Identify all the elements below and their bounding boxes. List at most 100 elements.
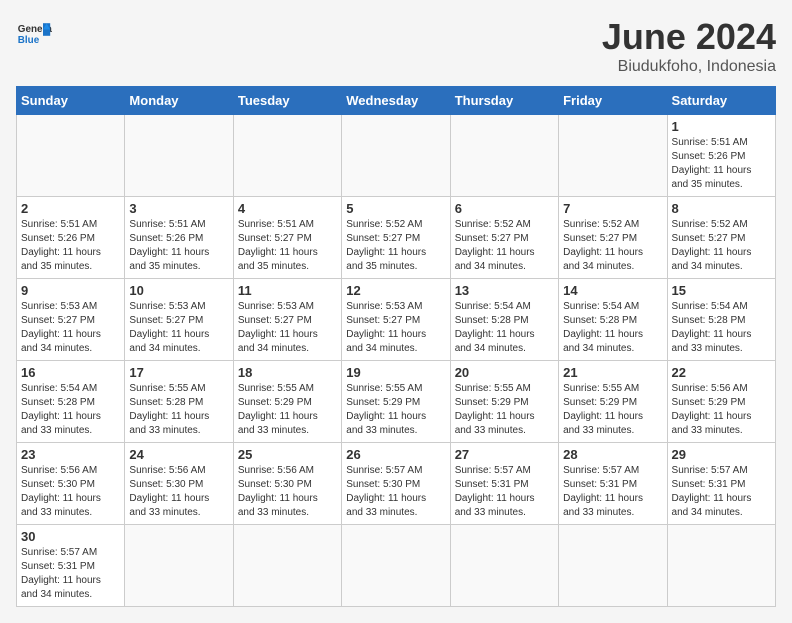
day-info: Sunrise: 5:51 AM Sunset: 5:26 PM Dayligh… (129, 218, 228, 274)
day-info: Sunrise: 5:54 AM Sunset: 5:28 PM Dayligh… (21, 382, 120, 438)
logo-icon: General Blue (16, 16, 52, 52)
day-info: Sunrise: 5:53 AM Sunset: 5:27 PM Dayligh… (346, 300, 445, 356)
day-info: Sunrise: 5:52 AM Sunset: 5:27 PM Dayligh… (563, 218, 662, 274)
calendar-cell: 19 Sunrise: 5:55 AM Sunset: 5:29 PM Dayli… (342, 361, 450, 443)
week-row-1: 2 Sunrise: 5:51 AM Sunset: 5:26 PM Daylig… (17, 197, 776, 279)
calendar-cell: 26Sunrise: 5:57 AM Sunset: 5:30 PM Dayli… (342, 443, 450, 525)
calendar-cell: 2 Sunrise: 5:51 AM Sunset: 5:26 PM Daylig… (17, 197, 125, 279)
calendar-cell (233, 525, 341, 607)
calendar-cell (125, 115, 233, 197)
weekday-header-tuesday: Tuesday (233, 87, 341, 115)
calendar-cell: 9 Sunrise: 5:53 AM Sunset: 5:27 PM Daylig… (17, 279, 125, 361)
calendar-cell: 5 Sunrise: 5:52 AM Sunset: 5:27 PM Daylig… (342, 197, 450, 279)
day-info: Sunrise: 5:51 AM Sunset: 5:26 PM Dayligh… (672, 136, 771, 192)
calendar-cell: 17 Sunrise: 5:55 AM Sunset: 5:28 PM Dayli… (125, 361, 233, 443)
calendar-cell: 22Sunrise: 5:56 AM Sunset: 5:29 PM Dayli… (667, 361, 775, 443)
calendar-cell: 16 Sunrise: 5:54 AM Sunset: 5:28 PM Dayli… (17, 361, 125, 443)
day-info: Sunrise: 5:52 AM Sunset: 5:27 PM Dayligh… (346, 218, 445, 274)
day-number: 25 (238, 447, 337, 462)
day-info: Sunrise: 5:52 AM Sunset: 5:27 PM Dayligh… (455, 218, 554, 274)
day-number: 16 (21, 365, 120, 380)
week-row-3: 16 Sunrise: 5:54 AM Sunset: 5:28 PM Dayli… (17, 361, 776, 443)
day-number: 9 (21, 283, 120, 298)
day-info: Sunrise: 5:57 AM Sunset: 5:31 PM Dayligh… (21, 546, 120, 602)
day-number: 3 (129, 201, 228, 216)
day-number: 17 (129, 365, 228, 380)
day-info: Sunrise: 5:56 AM Sunset: 5:30 PM Dayligh… (129, 464, 228, 520)
day-info: Sunrise: 5:55 AM Sunset: 5:29 PM Dayligh… (455, 382, 554, 438)
calendar-cell (450, 115, 558, 197)
day-info: Sunrise: 5:54 AM Sunset: 5:28 PM Dayligh… (672, 300, 771, 356)
calendar-cell: 28 Sunrise: 5:57 AM Sunset: 5:31 PM Dayli… (559, 443, 667, 525)
calendar-table: SundayMondayTuesdayWednesdayThursdayFrid… (16, 86, 776, 607)
day-info: Sunrise: 5:53 AM Sunset: 5:27 PM Dayligh… (129, 300, 228, 356)
day-number: 11 (238, 283, 337, 298)
week-row-2: 9 Sunrise: 5:53 AM Sunset: 5:27 PM Daylig… (17, 279, 776, 361)
calendar-cell: 1 Sunrise: 5:51 AM Sunset: 5:26 PM Daylig… (667, 115, 775, 197)
calendar-cell: 23 Sunrise: 5:56 AM Sunset: 5:30 PM Dayli… (17, 443, 125, 525)
day-info: Sunrise: 5:53 AM Sunset: 5:27 PM Dayligh… (238, 300, 337, 356)
day-number: 4 (238, 201, 337, 216)
weekday-header-monday: Monday (125, 87, 233, 115)
day-info: Sunrise: 5:57 AM Sunset: 5:31 PM Dayligh… (455, 464, 554, 520)
day-number: 28 (563, 447, 662, 462)
weekday-header-thursday: Thursday (450, 87, 558, 115)
day-info: Sunrise: 5:55 AM Sunset: 5:28 PM Dayligh… (129, 382, 228, 438)
week-row-4: 23 Sunrise: 5:56 AM Sunset: 5:30 PM Dayli… (17, 443, 776, 525)
day-number: 23 (21, 447, 120, 462)
day-info: Sunrise: 5:57 AM Sunset: 5:31 PM Dayligh… (672, 464, 771, 520)
day-number: 13 (455, 283, 554, 298)
calendar-cell: 27 Sunrise: 5:57 AM Sunset: 5:31 PM Dayli… (450, 443, 558, 525)
day-number: 6 (455, 201, 554, 216)
day-number: 19 (346, 365, 445, 380)
calendar-subtitle: Biudukfoho, Indonesia (602, 58, 776, 76)
calendar-cell: 25 Sunrise: 5:56 AM Sunset: 5:30 PM Dayli… (233, 443, 341, 525)
day-info: Sunrise: 5:53 AM Sunset: 5:27 PM Dayligh… (21, 300, 120, 356)
day-info: Sunrise: 5:55 AM Sunset: 5:29 PM Dayligh… (346, 382, 445, 438)
logo: General Blue (16, 16, 52, 52)
calendar-cell (559, 115, 667, 197)
day-number: 20 (455, 365, 554, 380)
day-number: 15 (672, 283, 771, 298)
calendar-cell: 24 Sunrise: 5:56 AM Sunset: 5:30 PM Dayli… (125, 443, 233, 525)
calendar-cell: 21 Sunrise: 5:55 AM Sunset: 5:29 PM Dayli… (559, 361, 667, 443)
calendar-cell: 3 Sunrise: 5:51 AM Sunset: 5:26 PM Daylig… (125, 197, 233, 279)
title-block: June 2024 Biudukfoho, Indonesia (602, 16, 776, 76)
calendar-cell: 29Sunrise: 5:57 AM Sunset: 5:31 PM Dayli… (667, 443, 775, 525)
weekday-header-saturday: Saturday (667, 87, 775, 115)
day-number: 10 (129, 283, 228, 298)
svg-text:Blue: Blue (18, 35, 40, 46)
day-number: 26 (346, 447, 445, 462)
day-number: 27 (455, 447, 554, 462)
calendar-cell: 7Sunrise: 5:52 AM Sunset: 5:27 PM Daylig… (559, 197, 667, 279)
day-info: Sunrise: 5:55 AM Sunset: 5:29 PM Dayligh… (238, 382, 337, 438)
calendar-cell: 11 Sunrise: 5:53 AM Sunset: 5:27 PM Dayli… (233, 279, 341, 361)
calendar-cell: 20 Sunrise: 5:55 AM Sunset: 5:29 PM Dayli… (450, 361, 558, 443)
page-header: General Blue June 2024 Biudukfoho, Indon… (16, 16, 776, 76)
day-info: Sunrise: 5:54 AM Sunset: 5:28 PM Dayligh… (563, 300, 662, 356)
day-info: Sunrise: 5:56 AM Sunset: 5:30 PM Dayligh… (238, 464, 337, 520)
calendar-cell: 8Sunrise: 5:52 AM Sunset: 5:27 PM Daylig… (667, 197, 775, 279)
day-number: 18 (238, 365, 337, 380)
weekday-header-wednesday: Wednesday (342, 87, 450, 115)
day-info: Sunrise: 5:52 AM Sunset: 5:27 PM Dayligh… (672, 218, 771, 274)
calendar-cell: 15 Sunrise: 5:54 AM Sunset: 5:28 PM Dayli… (667, 279, 775, 361)
day-number: 5 (346, 201, 445, 216)
day-number: 2 (21, 201, 120, 216)
day-number: 1 (672, 119, 771, 134)
day-number: 14 (563, 283, 662, 298)
calendar-cell (233, 115, 341, 197)
calendar-cell (17, 115, 125, 197)
day-info: Sunrise: 5:57 AM Sunset: 5:31 PM Dayligh… (563, 464, 662, 520)
weekday-header-friday: Friday (559, 87, 667, 115)
calendar-cell: 14 Sunrise: 5:54 AM Sunset: 5:28 PM Dayli… (559, 279, 667, 361)
week-row-5: 30Sunrise: 5:57 AM Sunset: 5:31 PM Dayli… (17, 525, 776, 607)
day-number: 21 (563, 365, 662, 380)
day-info: Sunrise: 5:55 AM Sunset: 5:29 PM Dayligh… (563, 382, 662, 438)
day-info: Sunrise: 5:56 AM Sunset: 5:30 PM Dayligh… (21, 464, 120, 520)
weekday-header-row: SundayMondayTuesdayWednesdayThursdayFrid… (17, 87, 776, 115)
day-info: Sunrise: 5:51 AM Sunset: 5:26 PM Dayligh… (21, 218, 120, 274)
calendar-title: June 2024 (602, 16, 776, 58)
calendar-cell: 10 Sunrise: 5:53 AM Sunset: 5:27 PM Dayli… (125, 279, 233, 361)
day-number: 24 (129, 447, 228, 462)
